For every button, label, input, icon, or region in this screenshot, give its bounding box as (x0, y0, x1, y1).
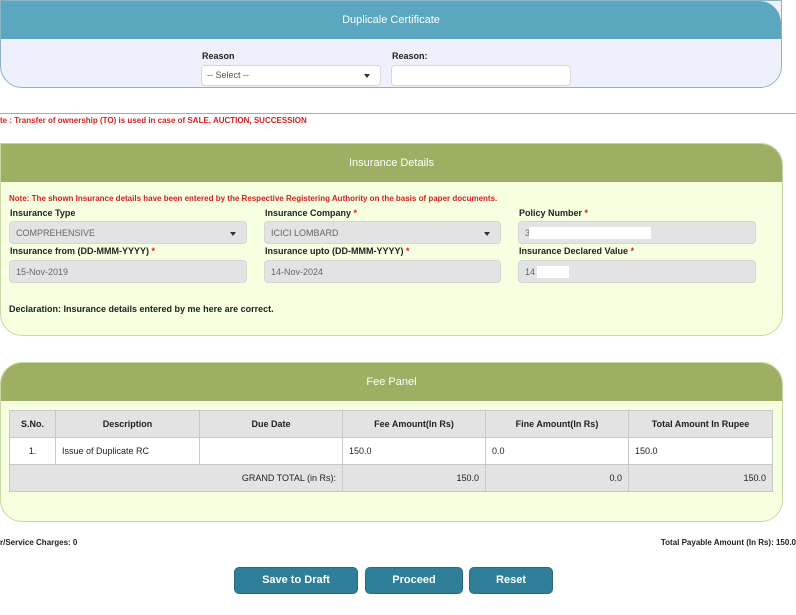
redaction-mask (529, 227, 651, 239)
insurance-details-title: Insurance Details (1, 144, 782, 182)
reason-select[interactable]: -- Select -- (201, 65, 381, 86)
insurance-note: Note: The shown Insurance details have b… (9, 194, 498, 203)
reason-select-value: -- Select -- (207, 70, 250, 80)
fee-panel-title: Fee Panel (1, 363, 782, 401)
declared-value-input[interactable]: 14 (518, 260, 756, 283)
chevron-down-icon (364, 74, 370, 78)
insurance-company-label: Insurance Company * (265, 208, 358, 218)
declared-value-value: 14 (525, 267, 536, 277)
fine-amount-cell: 0.0 (485, 437, 629, 465)
duplicate-certificate-title: Duplicale Certificate (1, 1, 781, 39)
insurance-type-value: COMPREHENSIVE (16, 228, 96, 238)
reason-text-label: Reason: (392, 51, 428, 61)
proceed-button[interactable]: Proceed (365, 567, 463, 594)
insurance-type-label: Insurance Type (10, 208, 76, 218)
chevron-down-icon (230, 232, 236, 236)
fee-panel: Fee Panel S.No. Description Due Date Fee… (0, 362, 783, 522)
reason-text-input[interactable] (391, 65, 571, 86)
insurance-upto-input[interactable]: 14-Nov-2024 (264, 260, 501, 283)
transfer-note-emphasis: SALE, AUCTION, SUCCESSION (187, 116, 307, 125)
table-row: 1. Issue of Duplicate RC 150.0 0.0 150.0 (9, 437, 773, 465)
insurance-company-select[interactable]: ICICI LOMBARD (264, 221, 501, 244)
insurance-company-value: ICICI LOMBARD (271, 228, 339, 238)
declared-value-label: Insurance Declared Value * (519, 246, 635, 256)
insurance-from-input[interactable]: 15-Nov-2019 (9, 260, 247, 283)
sno-cell: 1. (9, 437, 56, 465)
insurance-type-select[interactable]: COMPREHENSIVE (9, 221, 247, 244)
column-header: Due Date (199, 410, 343, 438)
transfer-note: te : Transfer of ownership (TO) is used … (0, 116, 307, 125)
column-header: S.No. (9, 410, 56, 438)
reset-button[interactable]: Reset (469, 567, 553, 594)
grand-total-fee: 150.0 (342, 464, 486, 492)
grand-total-row: GRAND TOTAL (in Rs): 150.0 0.0 150.0 (9, 464, 773, 492)
grand-total-fine: 0.0 (485, 464, 629, 492)
grand-total-label: GRAND TOTAL (in Rs): (9, 464, 343, 492)
redaction-mask (537, 266, 569, 278)
fee-table: S.No. Description Due Date Fee Amount(In… (9, 410, 773, 492)
due-date-cell (199, 437, 343, 465)
column-header: Fine Amount(In Rs) (485, 410, 629, 438)
section-divider (0, 113, 796, 114)
insurance-details-panel: Insurance Details Note: The shown Insura… (0, 143, 783, 336)
insurance-upto-value: 14-Nov-2024 (271, 267, 324, 277)
description-cell: Issue of Duplicate RC (55, 437, 200, 465)
grand-total-total: 150.0 (628, 464, 773, 492)
fee-table-header-row: S.No. Description Due Date Fee Amount(In… (9, 410, 773, 438)
service-charges: r/Service Charges: 0 (0, 538, 78, 547)
duplicate-certificate-panel: Duplicale Certificate Reason -- Select -… (0, 0, 782, 88)
insurance-from-label: Insurance from (DD-MMM-YYYY) * (10, 246, 156, 256)
reason-label: Reason (202, 51, 235, 61)
policy-number-input[interactable]: 3 (518, 221, 756, 244)
column-header: Total Amount In Rupee (628, 410, 773, 438)
column-header: Fee Amount(In Rs) (342, 410, 486, 438)
total-amount-cell: 150.0 (628, 437, 773, 465)
policy-number-label: Policy Number * (519, 208, 589, 218)
insurance-from-value: 15-Nov-2019 (16, 267, 69, 277)
column-header: Description (55, 410, 200, 438)
insurance-declaration: Declaration: Insurance details entered b… (9, 304, 274, 314)
insurance-upto-label: Insurance upto (DD-MMM-YYYY) * (265, 246, 410, 256)
save-to-draft-button[interactable]: Save to Draft (234, 567, 358, 594)
total-payable-amount: Total Payable Amount (In Rs): 150.0 (660, 538, 796, 547)
chevron-down-icon (484, 232, 490, 236)
fee-amount-cell: 150.0 (342, 437, 486, 465)
